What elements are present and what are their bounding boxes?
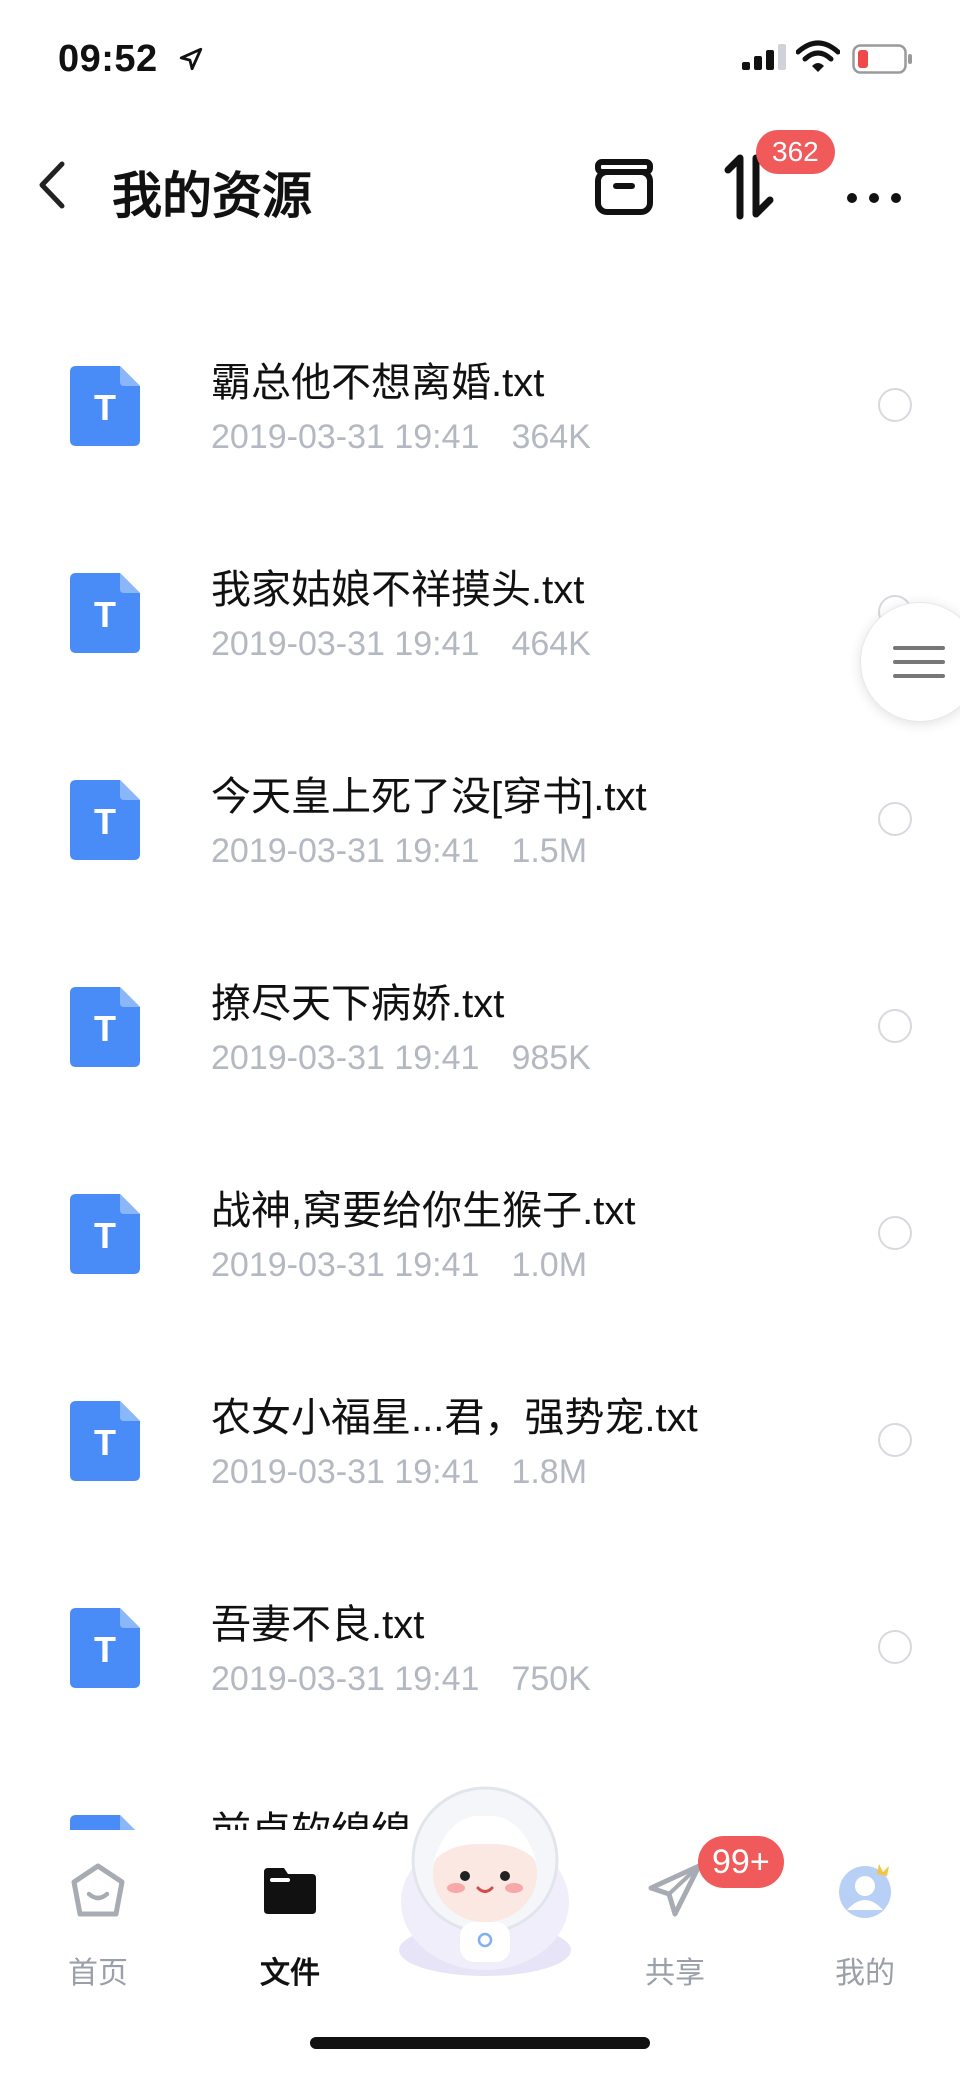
file-list: T 霸总他不想离婚.txt 2019-03-31 19:41 364K T 我家姑… (0, 300, 960, 1830)
file-size: 1.5M (511, 832, 588, 870)
file-size: 464K (511, 625, 591, 663)
svg-text:T: T (94, 801, 116, 842)
tab-me[interactable]: 我的 (795, 1852, 935, 2002)
select-radio[interactable] (878, 802, 912, 836)
text-file-icon: T (70, 1401, 140, 1481)
svg-text:T: T (94, 387, 116, 428)
select-radio[interactable] (878, 1630, 912, 1664)
tab-label: 首页 (68, 1957, 128, 1990)
file-item[interactable]: T 吾妻不良.txt 2019-03-31 19:41 750K (0, 1542, 960, 1749)
file-date: 2019-03-31 19:41 (211, 1039, 480, 1077)
location-arrow-icon (179, 47, 203, 71)
text-file-icon: T (70, 573, 140, 653)
handle-line (893, 646, 945, 650)
file-size: 1.8M (511, 1453, 588, 1491)
text-file-icon: T (70, 1608, 140, 1688)
svg-text:T: T (94, 1629, 116, 1670)
select-radio[interactable] (878, 388, 912, 422)
avatar-icon (839, 1864, 891, 1918)
back-button[interactable] (28, 150, 78, 220)
tab-label: 我的 (835, 1957, 895, 1990)
handle-line (893, 674, 945, 678)
file-item[interactable]: T 霸总他不想离婚.txt 2019-03-31 19:41 364K (0, 300, 960, 507)
transfer-count-badge: 362 (756, 130, 835, 174)
more-icon[interactable] (836, 148, 912, 224)
select-radio[interactable] (878, 1216, 912, 1250)
text-file-icon: T (70, 1194, 140, 1274)
file-name: 今天皇上死了没[穿书].txt (211, 775, 647, 819)
status-time: 09:52 (58, 38, 158, 80)
file-name: 霸总他不想离婚.txt (211, 361, 545, 405)
file-name: 农女小福星...君，强势宠.txt (211, 1396, 698, 1440)
tab-home[interactable]: 首页 (28, 1852, 168, 2002)
file-meta: 2019-03-31 19:41 985K (211, 1039, 591, 1078)
file-meta: 2019-03-31 19:41 1.5M (211, 832, 587, 871)
file-meta: 2019-03-31 19:41 1.0M (211, 1246, 587, 1285)
folder-icon (264, 1868, 316, 1914)
file-name: 战神,窝要给你生猴子.txt (211, 1189, 636, 1233)
file-size: 1.0M (511, 1246, 588, 1284)
text-file-icon (70, 1815, 135, 1830)
tab-label: 文件 (260, 1957, 320, 1990)
file-date: 2019-03-31 19:41 (211, 625, 480, 663)
battery-icon (852, 44, 912, 74)
svg-text:T: T (94, 594, 116, 635)
tab-files[interactable]: 文件 (220, 1852, 360, 2002)
file-size: 364K (511, 418, 591, 456)
file-date: 2019-03-31 19:41 (211, 1453, 480, 1491)
handle-line (893, 660, 945, 664)
text-file-icon: T (70, 780, 140, 860)
file-name: 我家姑娘不祥摸头.txt (211, 568, 585, 612)
wifi-icon (796, 40, 840, 72)
svg-text:T: T (94, 1008, 116, 1049)
tab-label: 共享 (645, 1957, 705, 1990)
file-name: 撩尽天下病娇.txt (211, 982, 505, 1026)
svg-text:T: T (94, 1422, 116, 1463)
cellular-signal-icon (742, 44, 786, 70)
file-meta: 2019-03-31 19:41 464K (211, 625, 591, 664)
home-indicator (310, 2037, 650, 2049)
file-date: 2019-03-31 19:41 (211, 1246, 480, 1284)
file-item[interactable]: T 今天皇上死了没[穿书].txt 2019-03-31 19:41 1.5M (0, 714, 960, 921)
mascot-assistant-icon[interactable] (390, 1782, 580, 1982)
text-file-icon: T (70, 366, 140, 446)
svg-text:T: T (94, 1215, 116, 1256)
page-title: 我的资源 (112, 168, 312, 224)
home-icon (71, 1863, 125, 1917)
share-count-badge: 99+ (698, 1836, 784, 1888)
select-radio[interactable] (878, 1423, 912, 1457)
file-size: 750K (511, 1660, 591, 1698)
file-meta: 2019-03-31 19:41 364K (211, 418, 591, 457)
file-item[interactable]: T 我家姑娘不祥摸头.txt 2019-03-31 19:41 464K (0, 507, 960, 714)
file-name: 前卓软绵绵 (211, 1799, 411, 1830)
recycle-bin-icon[interactable] (586, 148, 662, 224)
file-item[interactable]: T 战神,窝要给你生猴子.txt 2019-03-31 19:41 1.0M (0, 1128, 960, 1335)
file-meta: 2019-03-31 19:41 1.8M (211, 1453, 587, 1492)
file-name: 吾妻不良.txt (211, 1603, 425, 1647)
status-bar: 09:52 (0, 0, 960, 120)
paper-plane-icon (648, 1863, 702, 1917)
file-date: 2019-03-31 19:41 (211, 1660, 480, 1698)
file-date: 2019-03-31 19:41 (211, 418, 480, 456)
file-item[interactable]: T 撩尽天下病娇.txt 2019-03-31 19:41 985K (0, 921, 960, 1128)
file-size: 985K (511, 1039, 591, 1077)
header: 我的资源 362 (0, 130, 960, 240)
select-radio[interactable] (878, 1009, 912, 1043)
file-item[interactable]: T 农女小福星...君，强势宠.txt 2019-03-31 19:41 1.8M (0, 1335, 960, 1542)
file-date: 2019-03-31 19:41 (211, 832, 480, 870)
text-file-icon: T (70, 987, 140, 1067)
file-meta: 2019-03-31 19:41 750K (211, 1660, 591, 1699)
